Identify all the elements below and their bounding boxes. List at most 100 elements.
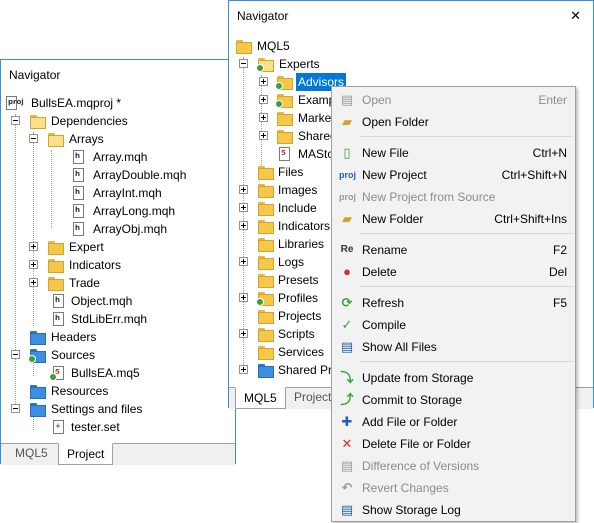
tree-item-trade[interactable]: Trade <box>1 274 225 292</box>
new-project-source-icon: proj <box>339 192 356 202</box>
expand-icon[interactable] <box>239 329 248 338</box>
expand-icon[interactable] <box>259 77 268 86</box>
tree-item-sources[interactable]: Sources <box>1 346 225 364</box>
new-folder-icon: ▰ <box>342 211 352 226</box>
menu-item-difference-versions[interactable]: ▤ Difference of Versions <box>334 455 573 477</box>
folder-icon <box>47 240 64 255</box>
collapse-icon[interactable] <box>239 59 248 68</box>
menu-separator <box>360 233 573 234</box>
expand-icon[interactable] <box>239 185 248 194</box>
menu-item-refresh[interactable]: ⟳ Refresh F5 <box>334 292 573 314</box>
tree-item-experts[interactable]: Experts <box>229 55 589 73</box>
tab-mql5[interactable]: MQL5 <box>7 443 56 465</box>
folder-icon <box>257 345 274 360</box>
expand-icon[interactable] <box>239 221 248 230</box>
tree-item-file[interactable]: + tester.set <box>1 418 225 436</box>
menu-item-new-project-source[interactable]: proj New Project from Source <box>334 186 573 208</box>
menu-separator <box>360 286 573 287</box>
menu-item-show-storage-log[interactable]: ▤ Show Storage Log <box>334 499 573 521</box>
tree-item-file[interactable]: h ArrayObj.mqh <box>1 220 225 238</box>
expand-icon[interactable] <box>239 203 248 212</box>
expand-icon[interactable] <box>29 242 38 251</box>
new-file-icon: ▯ <box>343 145 351 160</box>
open-folder-icon: ▰ <box>342 114 352 129</box>
tab-bar: MQL5 Project <box>1 443 235 465</box>
tab-project[interactable]: Project <box>58 443 114 465</box>
tree-item-file[interactable]: h ArrayLong.mqh <box>1 202 225 220</box>
expand-icon[interactable] <box>259 95 268 104</box>
tab-mql5[interactable]: MQL5 <box>235 387 286 409</box>
folder-blue-icon <box>29 384 46 399</box>
menu-item-add-file-folder[interactable]: ✚ Add File or Folder <box>334 411 573 433</box>
folder-icon <box>257 183 274 198</box>
expand-icon[interactable] <box>239 365 248 374</box>
header-file-icon: h <box>73 168 84 182</box>
source-file-icon: 5 <box>279 147 290 161</box>
tree-item-arrays[interactable]: Arrays <box>1 130 225 148</box>
header-file-icon: h <box>73 222 84 236</box>
commit-storage-icon: ⤴ <box>340 392 354 407</box>
project-tree: proj BullsEA.mqproj * Dependencies Array… <box>1 92 235 442</box>
menu-item-delete-file-folder[interactable]: ✕ Delete File or Folder <box>334 433 573 455</box>
menu-item-open[interactable]: ▤ Open Enter <box>334 89 573 111</box>
tree-item-mql5[interactable]: MQL5 <box>229 37 589 55</box>
update-storage-icon: ⤵ <box>340 370 354 385</box>
close-icon[interactable]: ✕ <box>570 9 581 22</box>
expand-icon[interactable] <box>29 278 38 287</box>
header-file-icon: h <box>73 150 84 164</box>
mql5-root-icon <box>235 39 252 54</box>
collapse-icon[interactable] <box>29 134 38 143</box>
expand-icon[interactable] <box>29 260 38 269</box>
menu-item-commit-storage[interactable]: ⤴ Commit to Storage <box>334 389 573 411</box>
compile-icon: ✓ <box>341 317 353 332</box>
tree-item-file[interactable]: h StdLibErr.mqh <box>1 310 225 328</box>
remove-icon: ✕ <box>341 436 353 451</box>
expand-icon[interactable] <box>239 257 248 266</box>
storage-check-icon <box>49 373 57 381</box>
menu-item-open-folder[interactable]: ▰ Open Folder <box>334 111 573 133</box>
folder-icon <box>47 258 64 273</box>
menu-item-compile[interactable]: ✓ Compile <box>334 314 573 336</box>
tree-item-file[interactable]: h Array.mqh <box>1 148 225 166</box>
refresh-icon: ⟳ <box>341 295 353 310</box>
menu-item-update-storage[interactable]: ⤵ Update from Storage <box>334 367 573 389</box>
folder-icon <box>257 255 274 270</box>
folder-icon <box>257 219 274 234</box>
expand-icon[interactable] <box>259 131 268 140</box>
storage-check-icon <box>275 100 283 108</box>
menu-item-new-folder[interactable]: ▰ New Folder Ctrl+Shift+Ins <box>334 208 573 230</box>
menu-item-revert-changes[interactable]: ↶ Revert Changes <box>334 477 573 499</box>
storage-check-icon <box>256 298 264 306</box>
collapse-icon[interactable] <box>11 350 20 359</box>
folder-settings-icon <box>29 402 46 417</box>
menu-item-new-file[interactable]: ▯ New File Ctrl+N <box>334 142 573 164</box>
delete-icon: ● <box>343 264 351 279</box>
tree-item-resources[interactable]: Resources <box>1 382 225 400</box>
project-file-icon: proj <box>6 96 24 110</box>
tree-item-file[interactable]: 5 BullsEA.mq5 <box>1 364 225 382</box>
menu-item-delete[interactable]: ● Delete Del <box>334 261 573 283</box>
header-file-icon: h <box>73 204 84 218</box>
tree-item-expert[interactable]: Expert <box>1 238 225 256</box>
diff-icon: ▤ <box>340 458 354 473</box>
add-icon: ✚ <box>341 414 353 429</box>
folder-icon <box>276 111 293 126</box>
menu-item-rename[interactable]: Re Rename F2 <box>334 239 573 261</box>
tree-item-settings[interactable]: Settings and files <box>1 400 225 418</box>
collapse-icon[interactable] <box>11 116 20 125</box>
window-title: Navigator <box>9 68 61 82</box>
tree-item-indicators[interactable]: Indicators <box>1 256 225 274</box>
expand-icon[interactable] <box>259 113 268 122</box>
tree-item-file[interactable]: h Object.mqh <box>1 292 225 310</box>
tree-item-project[interactable]: proj BullsEA.mqproj * <box>5 94 225 112</box>
tree-item-file[interactable]: h ArrayInt.mqh <box>1 184 225 202</box>
menu-item-new-project[interactable]: proj New Project Ctrl+Shift+N <box>334 164 573 186</box>
tree-item-dependencies[interactable]: Dependencies <box>1 112 225 130</box>
menu-item-show-all-files[interactable]: ▤ Show All Files <box>334 336 573 358</box>
expand-icon[interactable] <box>239 293 248 302</box>
settings-file-icon: + <box>53 420 64 434</box>
header-file-icon: h <box>53 294 64 308</box>
collapse-icon[interactable] <box>11 404 20 413</box>
tree-item-headers[interactable]: Headers <box>1 328 225 346</box>
tree-item-file[interactable]: h ArrayDouble.mqh <box>1 166 225 184</box>
